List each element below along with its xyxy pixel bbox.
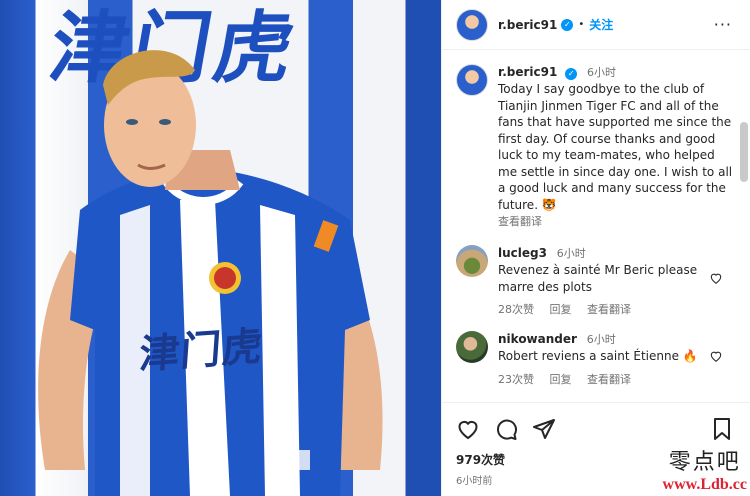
comment-item: lucleg3 6小时 Revenez à sainté Mr Beric pl… — [442, 245, 750, 317]
post-actions: 979次赞 6小时前 零点吧 www.Ldb.cc — [442, 402, 750, 496]
author-avatar[interactable] — [456, 8, 488, 41]
post-header: r.beric91 ✓ • 关注 ··· — [442, 0, 750, 50]
separator-dot: • — [578, 19, 585, 30]
follow-button[interactable]: 关注 — [589, 16, 613, 33]
post-image[interactable]: 津门虎 津门虎 — [0, 0, 441, 496]
comment-time: 6小时 — [556, 247, 586, 260]
caption-avatar[interactable] — [456, 64, 488, 96]
like-comment-heart-icon[interactable] — [709, 349, 723, 363]
comment-username[interactable]: lucleg3 — [498, 246, 547, 260]
comment-likes[interactable]: 23次赞 — [498, 373, 534, 386]
site-watermark: 零点吧 www.Ldb.cc — [663, 444, 747, 494]
verified-badge-icon: ✓ — [565, 68, 578, 80]
post-side-panel: r.beric91 ✓ • 关注 ··· r.beric91 ✓ 6小时 Tod… — [441, 0, 750, 496]
share-send-icon[interactable] — [532, 417, 556, 441]
jersey-team-text: 津门虎 — [137, 323, 265, 379]
like-comment-heart-icon[interactable] — [709, 271, 723, 285]
player-illustration — [38, 50, 383, 496]
caption-translate-link[interactable]: 查看翻译 — [498, 213, 737, 229]
caption-time: 6小时 — [587, 66, 616, 79]
comment-reply-button[interactable]: 回复 — [550, 303, 572, 316]
comment-text: Robert reviens a saint Étienne 🔥 — [498, 349, 698, 363]
like-heart-icon[interactable] — [456, 417, 480, 441]
save-bookmark-icon[interactable] — [711, 417, 733, 441]
comment-bubble-icon[interactable] — [494, 417, 518, 441]
caption-entry: r.beric91 ✓ 6小时 Today I say goodbye to t… — [442, 50, 750, 229]
caption-text: Today I say goodbye to the club of Tianj… — [498, 82, 733, 212]
caption-username[interactable]: r.beric91 — [498, 65, 557, 79]
watermark-url: www.Ldb.cc — [662, 476, 747, 493]
comment-translate-link[interactable]: 查看翻译 — [587, 373, 631, 386]
comment-time: 6小时 — [586, 333, 616, 346]
comment-item: nikowander 6小时 Robert reviens a saint Ét… — [442, 331, 750, 387]
commenter-avatar[interactable] — [456, 331, 488, 363]
comment-username[interactable]: nikowander — [498, 332, 577, 346]
comments-list[interactable]: r.beric91 ✓ 6小时 Today I say goodbye to t… — [442, 50, 750, 402]
comment-reply-button[interactable]: 回复 — [550, 373, 572, 386]
author-username[interactable]: r.beric91 — [498, 18, 557, 32]
verified-badge-icon: ✓ — [561, 18, 574, 31]
commenter-avatar[interactable] — [456, 245, 488, 277]
comment-text: Revenez à sainté Mr Beric please marre d… — [498, 263, 698, 294]
more-options-icon[interactable]: ··· — [714, 15, 732, 34]
comment-translate-link[interactable]: 查看翻译 — [587, 303, 631, 316]
watermark-title: 零点吧 — [668, 450, 741, 475]
comment-likes[interactable]: 28次赞 — [498, 303, 534, 316]
